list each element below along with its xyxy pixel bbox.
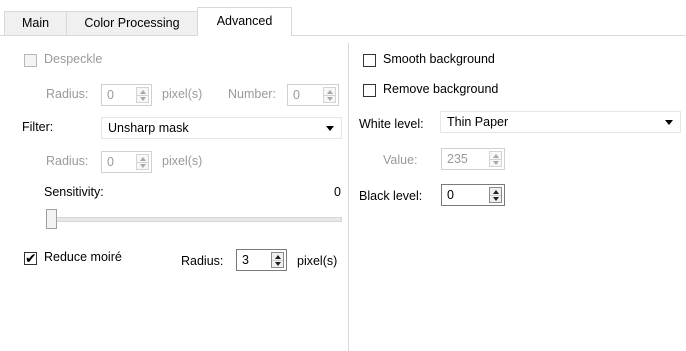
value-stepper[interactable]: 235 <box>441 148 505 170</box>
despeckle-radius-stepper[interactable]: 0 <box>101 84 152 106</box>
moire-radius-value: 3 <box>242 253 249 267</box>
panel-divider <box>348 43 349 351</box>
filter-radius-unit: pixel(s) <box>162 154 203 168</box>
despeckle-number-label: Number: <box>228 87 276 101</box>
despeckle-radius-value: 0 <box>107 88 114 102</box>
smooth-background-label: Smooth background <box>383 52 495 66</box>
sensitivity-slider-track[interactable] <box>46 217 342 222</box>
despeckle-radius-label: Radius: <box>46 87 89 101</box>
moire-radius-label: Radius: <box>181 254 224 268</box>
black-level-label: Black level: <box>359 189 423 203</box>
sensitivity-value: 0 <box>334 185 341 199</box>
checkmark-icon: ✔ <box>25 250 37 266</box>
spin-arrows-icon[interactable] <box>136 154 149 170</box>
sensitivity-slider-thumb[interactable] <box>46 209 57 229</box>
filter-radius-stepper[interactable]: 0 <box>101 151 152 173</box>
sensitivity-label: Sensitivity: <box>44 185 104 199</box>
moire-radius-stepper[interactable]: 3 <box>236 249 287 271</box>
tab-strip-baseline <box>0 35 686 36</box>
reduce-moire-checkbox[interactable]: ✔ <box>24 250 37 266</box>
reduce-moire-label: Reduce moiré <box>44 250 122 264</box>
spin-arrows-icon[interactable] <box>489 187 502 203</box>
white-level-select[interactable]: Thin Paper <box>440 111 681 133</box>
despeckle-checkbox[interactable] <box>24 54 37 67</box>
tab-advanced[interactable]: Advanced <box>197 7 292 36</box>
chevron-down-icon <box>665 120 673 125</box>
tab-color-processing[interactable]: Color Processing <box>66 11 198 35</box>
filter-radius-value: 0 <box>107 155 114 169</box>
spin-arrows-icon[interactable] <box>271 252 284 268</box>
spin-arrows-icon[interactable] <box>489 151 502 167</box>
black-level-stepper[interactable]: 0 <box>441 184 505 206</box>
value-label: Value: <box>383 153 418 167</box>
moire-radius-unit: pixel(s) <box>297 254 338 268</box>
filter-select[interactable]: Unsharp mask <box>101 117 342 139</box>
white-level-label: White level: <box>359 117 424 131</box>
black-level-value: 0 <box>447 188 454 202</box>
smooth-background-checkbox[interactable] <box>363 54 376 67</box>
filter-radius-label: Radius: <box>46 154 89 168</box>
spin-arrows-icon[interactable] <box>136 87 149 103</box>
value-value: 235 <box>447 152 468 166</box>
filter-value: Unsharp mask <box>108 121 189 135</box>
despeckle-label: Despeckle <box>44 52 103 66</box>
tab-main[interactable]: Main <box>4 11 67 35</box>
despeckle-radius-unit: pixel(s) <box>162 87 203 101</box>
remove-background-label: Remove background <box>383 82 499 96</box>
chevron-down-icon <box>326 126 334 131</box>
white-level-value: Thin Paper <box>447 115 509 129</box>
remove-background-checkbox[interactable] <box>363 84 376 97</box>
spin-arrows-icon[interactable] <box>323 87 336 103</box>
filter-label: Filter: <box>22 120 54 134</box>
despeckle-number-stepper[interactable]: 0 <box>287 84 339 106</box>
despeckle-number-value: 0 <box>293 88 300 102</box>
